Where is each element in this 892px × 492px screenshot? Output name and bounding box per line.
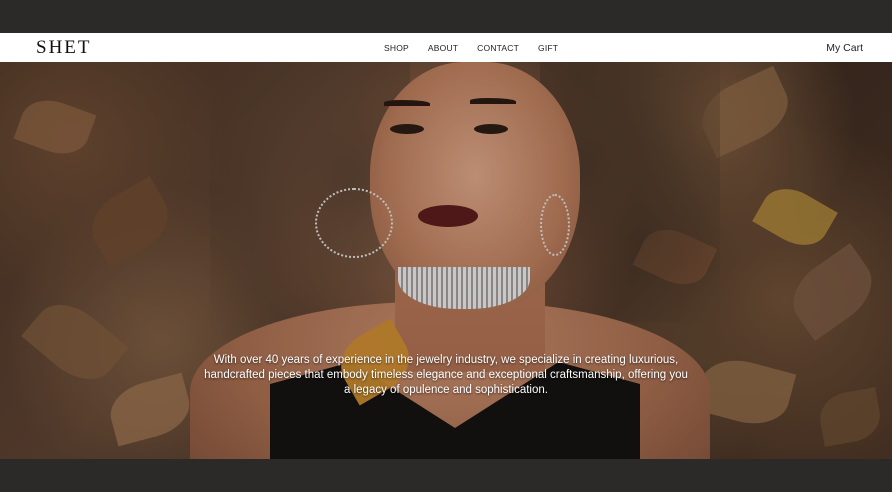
cart-link[interactable]: My Cart (826, 33, 863, 62)
brand-logo[interactable]: SHET (36, 37, 92, 59)
hero-overlay (0, 62, 892, 459)
hero-tagline: With over 40 years of experience in the … (204, 354, 688, 396)
nav-link-about[interactable]: ABOUT (428, 43, 458, 53)
bottom-dark-bar (0, 459, 892, 492)
nav-link-gift[interactable]: GIFT (538, 43, 558, 53)
main-nav: SHOP ABOUT CONTACT GIFT (384, 33, 558, 62)
top-dark-bar (0, 0, 892, 33)
hero-banner: With over 40 years of experience in the … (0, 62, 892, 459)
nav-link-contact[interactable]: CONTACT (477, 43, 519, 53)
nav-link-shop[interactable]: SHOP (384, 43, 409, 53)
site-header: SHET SHOP ABOUT CONTACT GIFT My Cart (0, 33, 892, 62)
